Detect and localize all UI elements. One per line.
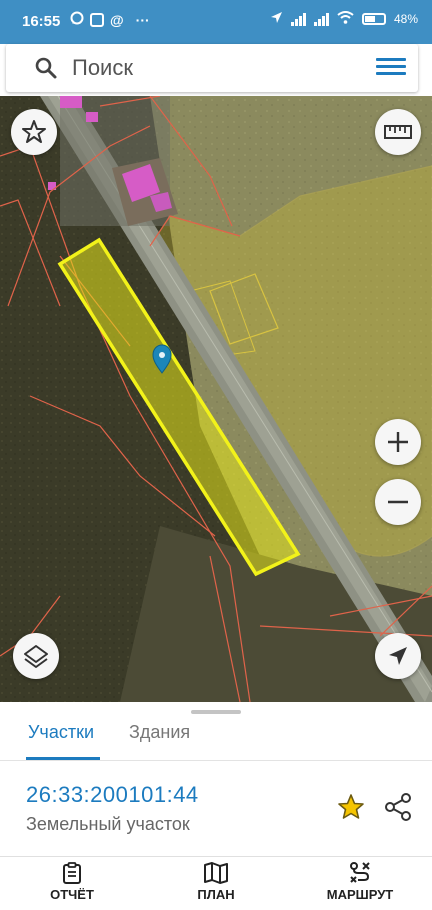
- nav-report-label: ОТЧЁТ: [50, 887, 94, 902]
- battery-icon: [361, 13, 386, 25]
- status-bar: 16:55 @ ··· 48%: [0, 0, 432, 44]
- locate-icon: [389, 647, 407, 665]
- more-icon: ···: [135, 11, 150, 28]
- zoom-out-button[interactable]: [375, 479, 421, 525]
- location-arrow-icon: [270, 11, 283, 27]
- report-icon: [63, 862, 81, 884]
- at-sign-icon: @: [110, 11, 124, 28]
- nav-route-label: МАРШРУТ: [326, 887, 394, 902]
- hamburger-menu-icon[interactable]: [376, 54, 406, 82]
- cadastral-number[interactable]: 26:33:200101:44: [26, 782, 199, 808]
- nav-plan-label: ПЛАН: [197, 887, 235, 902]
- zoom-in-button[interactable]: [375, 419, 421, 465]
- parcel-type: Земельный участок: [26, 814, 190, 834]
- battery-percent: 48%: [393, 12, 418, 26]
- search-icon[interactable]: [34, 56, 58, 80]
- sheet-drag-handle[interactable]: [191, 710, 241, 714]
- layers-button[interactable]: [13, 633, 59, 679]
- search-bar: [6, 44, 418, 92]
- locate-button[interactable]: [375, 633, 421, 679]
- status-time: 16:55: [22, 13, 61, 30]
- zoom-in-icon: [388, 432, 408, 452]
- favorite-map-button[interactable]: [11, 109, 57, 155]
- map-icon: [204, 862, 228, 884]
- star-icon: [22, 120, 46, 143]
- wifi-icon: [337, 11, 354, 27]
- bottom-nav: ОТЧЁТ ПЛАН МАРШРУТ: [0, 856, 432, 910]
- app-icon: [90, 12, 104, 27]
- signal-icon: [290, 12, 306, 26]
- zoom-out-icon: [388, 500, 408, 504]
- nav-route[interactable]: МАРШРУТ: [310, 861, 410, 902]
- ruler-button[interactable]: [375, 109, 421, 155]
- satellite-map[interactable]: [0, 96, 432, 702]
- share-icon[interactable]: [384, 792, 412, 822]
- nav-plan[interactable]: ПЛАН: [166, 861, 266, 902]
- tab-divider: [0, 760, 432, 761]
- ruler-icon: [384, 125, 412, 139]
- parcel-sheet: Участки Здания 26:33:200101:44 Земельный…: [0, 702, 432, 856]
- route-icon: [350, 862, 370, 883]
- search-input[interactable]: [72, 52, 362, 84]
- map-view[interactable]: [0, 96, 432, 702]
- tab-buildings[interactable]: Здания: [127, 722, 192, 760]
- layers-icon: [24, 645, 48, 668]
- tab-parcels[interactable]: Участки: [26, 722, 100, 760]
- nav-report[interactable]: ОТЧЁТ: [22, 861, 122, 902]
- signal-icon: [313, 12, 329, 26]
- whatsapp-icon: [70, 11, 84, 28]
- favorite-star-icon[interactable]: [336, 792, 366, 822]
